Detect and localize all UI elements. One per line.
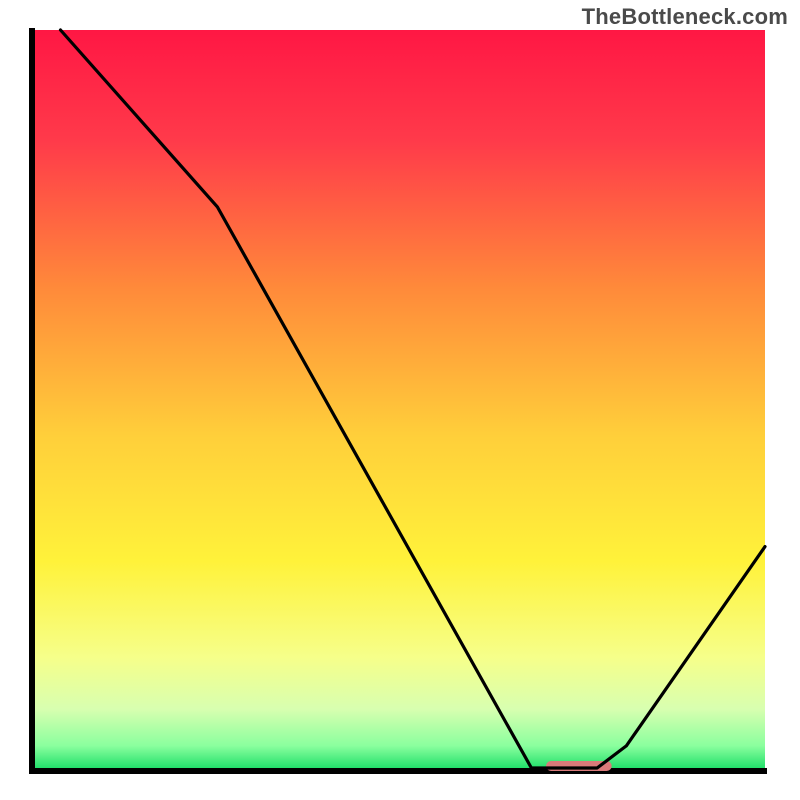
x-axis — [29, 768, 767, 774]
chart-container: TheBottleneck.com — [0, 0, 800, 800]
bottleneck-chart — [0, 0, 800, 800]
y-axis — [29, 28, 35, 774]
plot-background — [35, 30, 765, 768]
